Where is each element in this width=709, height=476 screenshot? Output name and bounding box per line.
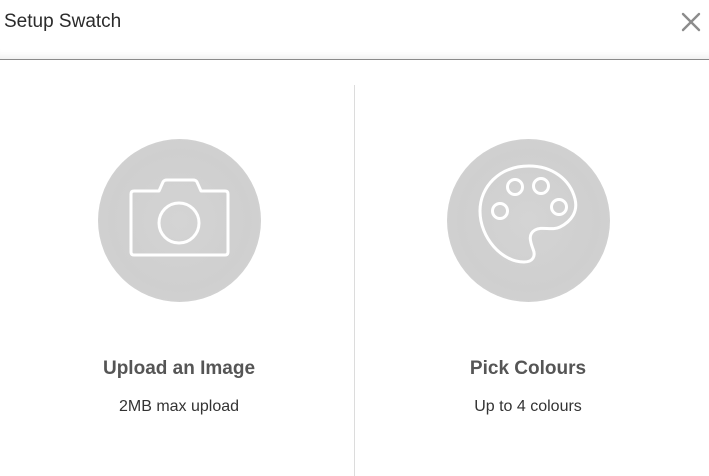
pick-colours-subtitle: Up to 4 colours — [474, 398, 582, 415]
setup-swatch-dialog: Setup Swatch Upload an Image 2MB max upl… — [0, 0, 709, 476]
close-button[interactable] — [678, 9, 704, 35]
upload-image-icon-circle[interactable] — [98, 139, 261, 302]
palette-icon — [478, 164, 578, 264]
dialog-title: Setup Swatch — [4, 11, 122, 32]
pick-colours-option[interactable]: Pick Colours Up to 4 colours — [355, 60, 709, 476]
camera-icon — [129, 178, 230, 257]
close-icon — [681, 12, 701, 32]
pick-colours-icon-circle[interactable] — [447, 139, 610, 302]
upload-image-title: Upload an Image — [102, 358, 256, 379]
upload-image-option[interactable]: Upload an Image 2MB max upload — [0, 60, 354, 476]
upload-image-subtitle: 2MB max upload — [118, 398, 240, 415]
dialog-header: Setup Swatch — [0, 0, 709, 60]
pick-colours-title: Pick Colours — [469, 358, 587, 379]
